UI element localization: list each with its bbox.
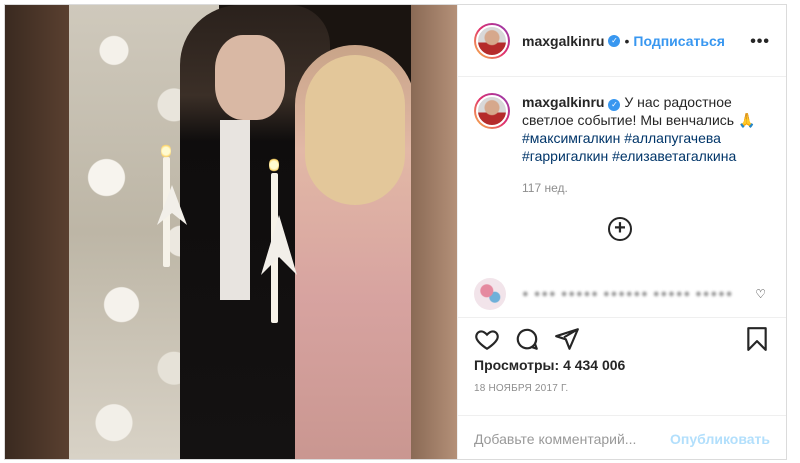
- comment-like-icon[interactable]: ♡: [755, 287, 766, 301]
- blurred-comment: ● ●●● ●●●●● ●●●●●● ●●●●● ●●●●●: [522, 288, 734, 300]
- bookmark-icon[interactable]: [744, 326, 770, 352]
- plus-circle-icon[interactable]: +: [608, 217, 632, 241]
- bride-hair: [305, 55, 405, 205]
- avatar-image: [476, 24, 508, 57]
- publish-button[interactable]: Опубликовать: [670, 431, 770, 447]
- hashtag[interactable]: #максимгалкин: [522, 130, 620, 146]
- caption: maxgalkinru ✓ У нас радостное светлое соб…: [458, 77, 786, 197]
- commenter-avatar[interactable]: [474, 278, 506, 310]
- action-bar: [458, 317, 786, 357]
- post-header: maxgalkinru ✓ • Подписаться •••: [458, 5, 786, 77]
- background-wall-right: [411, 5, 457, 459]
- background-wall-left: [5, 5, 69, 459]
- share-icon[interactable]: [554, 326, 580, 352]
- separator-dot: •: [624, 32, 630, 49]
- header-username[interactable]: maxgalkinru: [522, 33, 604, 49]
- caption-username[interactable]: maxgalkinru: [522, 94, 604, 110]
- hashtag[interactable]: #аллапугачева: [624, 130, 721, 146]
- add-comment-bar: Опубликовать: [458, 415, 786, 461]
- instagram-post: maxgalkinru ✓ • Подписаться ••• maxgalki…: [4, 4, 787, 460]
- verified-icon: ✓: [608, 34, 621, 47]
- views-label: Просмотры:: [474, 357, 560, 373]
- groom-shirt: [220, 120, 250, 300]
- post-video[interactable]: [5, 5, 457, 459]
- caption-text: maxgalkinru ✓ У нас радостное светлое соб…: [522, 93, 762, 197]
- heart-icon[interactable]: [474, 326, 500, 352]
- candle-flame-right: [269, 157, 279, 173]
- candle-flame-left: [161, 143, 171, 159]
- comment-input[interactable]: [474, 430, 671, 447]
- comment-item: ● ●●● ●●●●● ●●●●●● ●●●●● ●●●●● ♡: [474, 278, 770, 310]
- verified-icon: ✓: [608, 99, 621, 111]
- avatar-image: [476, 95, 508, 127]
- post-date[interactable]: 18 НОЯБРЯ 2017 Г.: [474, 383, 568, 394]
- avatar[interactable]: [474, 22, 510, 59]
- hashtag[interactable]: #гарригалкин: [522, 148, 608, 164]
- post-sidebar: maxgalkinru ✓ • Подписаться ••• maxgalki…: [457, 5, 786, 459]
- hashtag[interactable]: #елизаветагалкина: [612, 148, 736, 164]
- more-options-icon[interactable]: •••: [750, 33, 770, 51]
- follow-button[interactable]: Подписаться: [633, 33, 725, 49]
- views-count[interactable]: Просмотры: 4 434 006: [474, 357, 625, 373]
- comment-icon[interactable]: [514, 326, 540, 352]
- groom-face: [215, 35, 285, 120]
- views-value: 4 434 006: [563, 357, 626, 373]
- post-age[interactable]: 117 нед.: [522, 179, 762, 197]
- caption-avatar[interactable]: [474, 93, 510, 129]
